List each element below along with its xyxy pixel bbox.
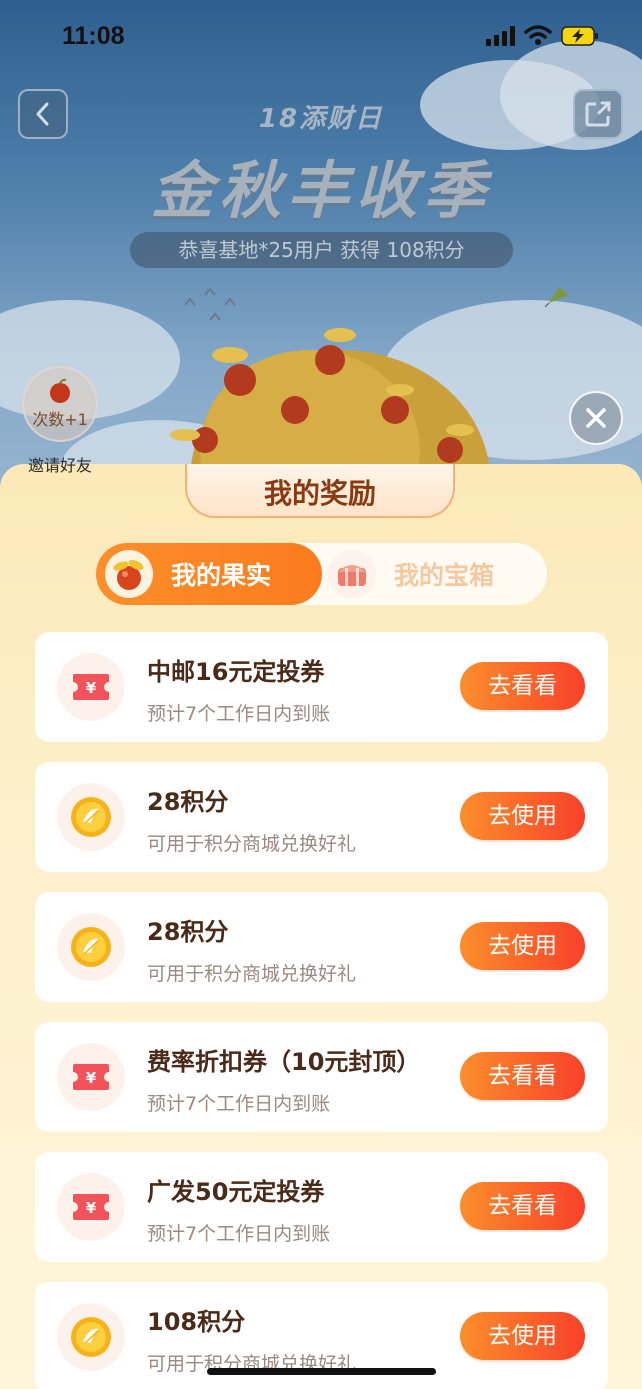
reward-title: 广发50元定投券 bbox=[147, 1178, 325, 1206]
rewards-sheet: 我的奖励 我的果实 我的宝箱 ¥ 中邮16元定投券 预计7个工作日内到账 去看看… bbox=[0, 464, 642, 1389]
reward-tabs: 我的果实 我的宝箱 bbox=[96, 543, 547, 605]
chevron-left-icon bbox=[36, 102, 49, 126]
battery-charging-icon bbox=[561, 26, 598, 46]
status-time: 11:08 bbox=[62, 22, 125, 50]
birds-decoration bbox=[184, 287, 236, 321]
reward-title: 中邮16元定投券 bbox=[147, 658, 325, 686]
reward-card: ¥ 广发50元定投券预计7个工作日内到账 去看看 bbox=[35, 1152, 608, 1262]
points-coin-icon bbox=[57, 913, 125, 981]
tab-my-chests[interactable]: 我的宝箱 bbox=[328, 543, 547, 605]
wifi-icon bbox=[524, 25, 552, 45]
points-coin-icon bbox=[57, 783, 125, 851]
winner-notice: 恭喜基地*25用户 获得 108积分 bbox=[130, 232, 513, 268]
reward-subtitle: 预计7个工作日内到账 bbox=[147, 1223, 331, 1245]
reward-subtitle: 预计7个工作日内到账 bbox=[147, 703, 331, 725]
share-icon bbox=[585, 101, 611, 127]
reward-title: 费率折扣券（10元封顶） bbox=[147, 1048, 421, 1076]
reward-action-button[interactable]: 去看看 bbox=[460, 1182, 585, 1230]
tab-my-chests-label: 我的宝箱 bbox=[394, 561, 495, 590]
coupon-ticket-icon: ¥ bbox=[57, 653, 125, 721]
status-bar: 11:08 bbox=[0, 0, 642, 72]
reward-subtitle: 可用于积分商城兑换好礼 bbox=[147, 833, 357, 855]
reward-card: 28积分可用于积分商城兑换好礼 去使用 bbox=[35, 892, 608, 1002]
cellular-signal-icon bbox=[486, 26, 515, 46]
share-button[interactable] bbox=[573, 89, 623, 139]
reward-title: 28积分 bbox=[147, 788, 229, 816]
reward-action-button[interactable]: 去使用 bbox=[460, 922, 585, 970]
close-sheet-button[interactable] bbox=[569, 391, 623, 445]
svg-text:¥: ¥ bbox=[86, 1199, 97, 1217]
svg-text:¥: ¥ bbox=[86, 1069, 97, 1087]
invite-friends-button[interactable]: 次数+1 邀请好友 bbox=[22, 366, 98, 475]
coupon-ticket-icon: ¥ bbox=[57, 1043, 125, 1111]
invite-count: 次数+1 bbox=[32, 410, 88, 429]
tab-my-fruits-label: 我的果实 bbox=[171, 561, 272, 590]
invite-label: 邀请好友 bbox=[28, 456, 93, 475]
invite-bubble: 次数+1 bbox=[22, 366, 98, 442]
points-coin-icon bbox=[57, 1303, 125, 1371]
home-indicator[interactable] bbox=[207, 1368, 436, 1375]
reward-title: 28积分 bbox=[147, 918, 229, 946]
coupon-ticket-icon: ¥ bbox=[57, 1173, 125, 1241]
reward-subtitle: 可用于积分商城兑换好礼 bbox=[147, 963, 357, 985]
event-subtitle: 18添财日 bbox=[258, 104, 384, 134]
reward-title: 108积分 bbox=[147, 1308, 246, 1336]
reward-action-button[interactable]: 去使用 bbox=[460, 792, 585, 840]
treasure-chest-icon bbox=[328, 550, 376, 598]
event-title: 金秋丰收季 bbox=[150, 154, 491, 227]
kite-icon bbox=[545, 287, 569, 307]
reward-subtitle: 预计7个工作日内到账 bbox=[147, 1093, 331, 1115]
back-button[interactable] bbox=[18, 89, 68, 139]
reward-action-button[interactable]: 去看看 bbox=[460, 1052, 585, 1100]
reward-action-button[interactable]: 去看看 bbox=[460, 662, 585, 710]
close-icon bbox=[586, 408, 606, 428]
reward-card: ¥ 中邮16元定投券预计7个工作日内到账 去看看 bbox=[35, 632, 608, 742]
reward-card: ¥ 费率折扣券（10元封顶） 预计7个工作日内到账 去看看 bbox=[35, 1022, 608, 1132]
reward-card: 28积分可用于积分商城兑换好礼 去使用 bbox=[35, 762, 608, 872]
reward-action-button[interactable]: 去使用 bbox=[460, 1312, 585, 1360]
svg-text:¥: ¥ bbox=[86, 679, 97, 697]
apple-icon bbox=[50, 378, 70, 403]
tab-my-fruits[interactable]: 我的果实 bbox=[96, 543, 322, 605]
fruit-icon bbox=[105, 550, 153, 598]
sheet-title: 我的奖励 bbox=[263, 477, 376, 510]
